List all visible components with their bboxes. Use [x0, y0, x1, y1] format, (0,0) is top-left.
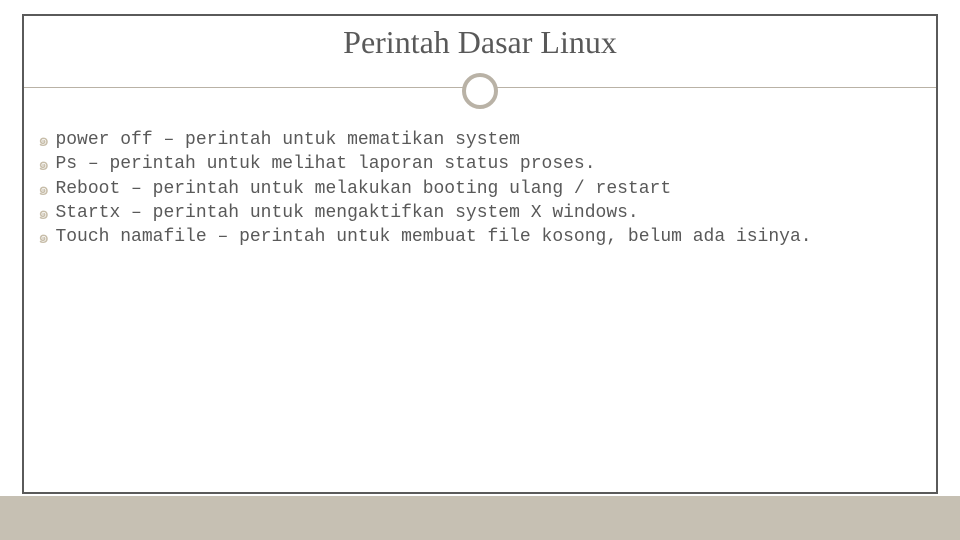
- list-item: ๑ Touch namafile – perintah untuk membua…: [38, 225, 922, 249]
- content-list: ๑ power off – perintah untuk mematikan s…: [38, 128, 922, 249]
- ring-icon: [462, 73, 498, 109]
- bullet-icon: ๑: [38, 152, 49, 176]
- slide: Perintah Dasar Linux ๑ power off – perin…: [0, 0, 960, 540]
- list-item: ๑ power off – perintah untuk mematikan s…: [38, 128, 922, 152]
- list-item: ๑ Reboot – perintah untuk melakukan boot…: [38, 177, 922, 201]
- list-item: ๑ Ps – perintah untuk melihat laporan st…: [38, 152, 922, 176]
- list-item-text: Reboot – perintah untuk melakukan bootin…: [55, 177, 922, 201]
- slide-title: Perintah Dasar Linux: [0, 24, 960, 61]
- bullet-icon: ๑: [38, 201, 49, 225]
- list-item-text: power off – perintah untuk mematikan sys…: [55, 128, 922, 152]
- list-item-text: Ps – perintah untuk melihat laporan stat…: [55, 152, 922, 176]
- list-item-text: Startx – perintah untuk mengaktifkan sys…: [55, 201, 922, 225]
- bullet-icon: ๑: [38, 225, 49, 249]
- bottom-bar: [0, 496, 960, 540]
- list-item-text: Touch namafile – perintah untuk membuat …: [55, 225, 922, 249]
- bullet-icon: ๑: [38, 128, 49, 152]
- bullet-icon: ๑: [38, 177, 49, 201]
- list-item: ๑ Startx – perintah untuk mengaktifkan s…: [38, 201, 922, 225]
